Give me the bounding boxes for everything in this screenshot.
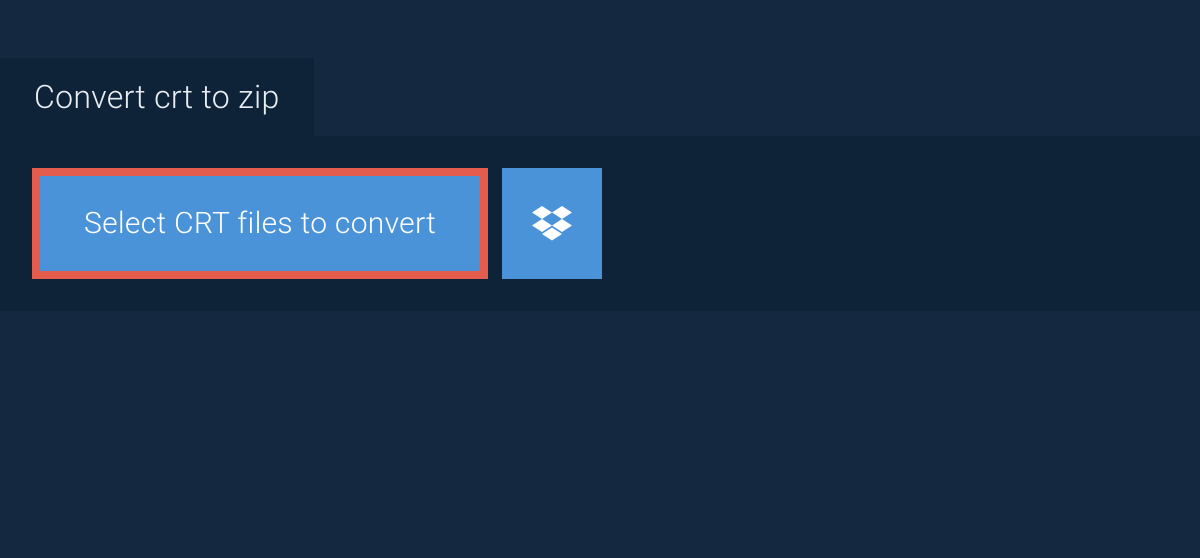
select-files-label: Select CRT files to convert <box>84 206 436 241</box>
select-files-button[interactable]: Select CRT files to convert <box>32 168 488 279</box>
tab-convert[interactable]: Convert crt to zip <box>0 58 314 136</box>
main-panel: Select CRT files to convert <box>0 136 1200 311</box>
tab-label: Convert crt to zip <box>34 78 280 116</box>
dropbox-button[interactable] <box>502 168 602 279</box>
dropbox-icon <box>532 206 572 242</box>
tab-bar: Convert crt to zip <box>0 58 1200 136</box>
